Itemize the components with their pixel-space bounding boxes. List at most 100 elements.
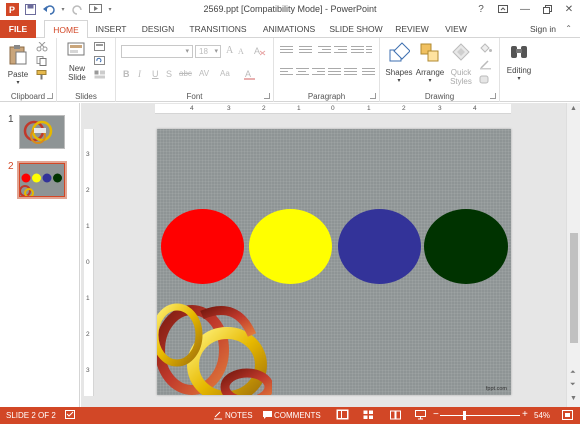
grow-font-button[interactable]: A [226, 45, 233, 56]
new-slide-button[interactable]: New Slide [61, 42, 93, 82]
shrink-font-button[interactable]: A [238, 47, 244, 56]
font-launcher-icon[interactable] [264, 93, 270, 99]
arrange-button[interactable]: Arrange ▾ [414, 42, 446, 84]
notes-button[interactable]: NOTES [225, 411, 253, 420]
slide-sorter-icon[interactable] [363, 410, 374, 422]
previous-slide-icon[interactable]: ⏶ [570, 369, 576, 377]
character-spacing-button[interactable]: AV [199, 69, 209, 78]
restore-button[interactable] [536, 0, 558, 18]
tab-design[interactable]: DESIGN [138, 20, 178, 38]
strikethrough-button[interactable]: abc [179, 69, 192, 78]
clipboard-launcher-icon[interactable] [47, 93, 53, 99]
zoom-in-button[interactable]: + [522, 409, 528, 420]
columns-icon[interactable] [344, 68, 357, 78]
layout-icon[interactable] [94, 42, 106, 52]
slide-thumbnail-1[interactable] [19, 115, 65, 149]
tab-insert[interactable]: INSERT [92, 20, 130, 38]
tab-home[interactable]: HOME [44, 20, 88, 39]
slide-thumbnail-2[interactable] [17, 161, 67, 199]
scrollbar-thumb[interactable] [570, 233, 578, 343]
justify-icon[interactable] [328, 68, 341, 78]
italic-button[interactable]: I [138, 69, 141, 79]
change-case-button[interactable]: Aa [220, 69, 230, 78]
comments-button[interactable]: COMMENTS [274, 411, 321, 420]
clear-formatting-icon[interactable]: A [254, 45, 266, 58]
shapes-button[interactable]: Shapes ▾ [384, 42, 414, 84]
red-circle[interactable] [161, 209, 244, 284]
ribbon-display-options-icon[interactable] [492, 0, 514, 18]
slide-canvas[interactable]: fppt.com [157, 129, 511, 395]
sign-in-link[interactable]: Sign in [530, 20, 556, 38]
line-spacing-icon[interactable] [351, 46, 364, 56]
font-size-box[interactable]: 18 ▾ [195, 45, 221, 58]
format-painter-icon[interactable] [36, 70, 48, 80]
tab-slide-show[interactable]: SLIDE SHOW [328, 20, 384, 38]
paragraph-launcher-icon[interactable] [370, 93, 376, 99]
thumbnail-number-1: 1 [8, 114, 14, 125]
editing-button[interactable]: Editing ▾ [502, 42, 536, 82]
tab-file[interactable]: FILE [0, 20, 36, 38]
clipboard-group: Paste ▾ Clipboard [0, 38, 57, 102]
horizontal-ruler[interactable]: 4 3 2 1 0 1 2 3 4 [155, 104, 511, 114]
copy-icon[interactable] [36, 56, 48, 66]
font-name-dropdown-icon[interactable]: ▾ [185, 47, 189, 55]
new-slide-icon [61, 42, 93, 62]
cut-icon[interactable] [36, 41, 48, 52]
font-name-box[interactable]: ▾ [121, 45, 193, 58]
font-label: Font [186, 92, 203, 101]
paste-button[interactable]: Paste ▾ [4, 44, 32, 86]
shape-effects-icon[interactable] [479, 74, 491, 84]
section-icon[interactable] [94, 70, 106, 80]
shapes-label: Shapes [385, 68, 413, 77]
tab-transitions[interactable]: TRANSITIONS [186, 20, 250, 38]
drawing-launcher-icon[interactable] [490, 93, 496, 99]
zoom-level[interactable]: 54% [534, 411, 550, 420]
minimize-button[interactable]: — [514, 0, 536, 18]
vertical-scrollbar[interactable]: ▲ ⏶ ⏷ ▼ [566, 103, 580, 407]
decrease-indent-icon[interactable] [318, 46, 331, 56]
help-button[interactable]: ? [470, 0, 492, 18]
dark-green-circle[interactable] [424, 209, 508, 284]
next-slide-icon[interactable]: ⏷ [570, 381, 576, 389]
tab-review[interactable]: REVIEW [392, 20, 432, 38]
yellow-circle[interactable] [249, 209, 332, 284]
arrange-dropdown-icon: ▾ [428, 78, 432, 84]
reset-icon[interactable] [94, 56, 106, 66]
collapse-ribbon-icon[interactable]: ⌃ [565, 24, 572, 33]
thumbnail-number-2: 2 [8, 161, 14, 172]
underline-button[interactable]: U [152, 69, 159, 79]
comments-icon[interactable] [262, 410, 273, 422]
shape-fill-icon[interactable] [479, 42, 492, 53]
spelling-check-icon[interactable] [65, 410, 76, 422]
zoom-slider[interactable] [440, 415, 520, 416]
font-color-icon[interactable]: A [243, 68, 257, 83]
tab-animations[interactable]: ANIMATIONS [258, 20, 320, 38]
normal-view-icon[interactable] [336, 409, 349, 422]
text-shadow-button[interactable]: S [166, 69, 172, 79]
tab-view[interactable]: VIEW [440, 20, 472, 38]
center-icon[interactable] [296, 68, 309, 78]
slide-show-view-icon[interactable] [415, 410, 426, 422]
numbering-icon[interactable] [299, 46, 312, 56]
quick-styles-button[interactable]: Quick Styles [446, 42, 476, 86]
reading-view-icon[interactable] [390, 410, 401, 422]
bullets-icon[interactable] [280, 46, 293, 56]
shape-outline-icon[interactable] [479, 58, 491, 70]
zoom-out-button[interactable]: − [433, 409, 439, 420]
scroll-up-icon[interactable]: ▲ [570, 105, 577, 112]
blue-circle[interactable] [338, 209, 421, 284]
align-right-icon[interactable] [312, 68, 325, 78]
align-text-icon[interactable] [362, 68, 375, 78]
vertical-ruler[interactable]: 3 2 1 0 1 2 3 [84, 129, 94, 396]
bold-button[interactable]: B [123, 69, 130, 79]
fit-slide-icon[interactable] [562, 410, 573, 422]
font-group: ▾ 18 ▾ A A A B I U S abc AV Aa A Font [116, 38, 274, 102]
scroll-down-icon[interactable]: ▼ [570, 395, 577, 402]
text-direction-icon[interactable] [366, 46, 379, 56]
zoom-slider-thumb[interactable] [463, 411, 466, 420]
align-left-icon[interactable] [280, 68, 293, 78]
notes-icon[interactable] [213, 410, 223, 422]
increase-indent-icon[interactable] [334, 46, 347, 56]
font-size-dropdown-icon[interactable]: ▾ [214, 47, 218, 55]
close-button[interactable]: ✕ [558, 0, 580, 18]
